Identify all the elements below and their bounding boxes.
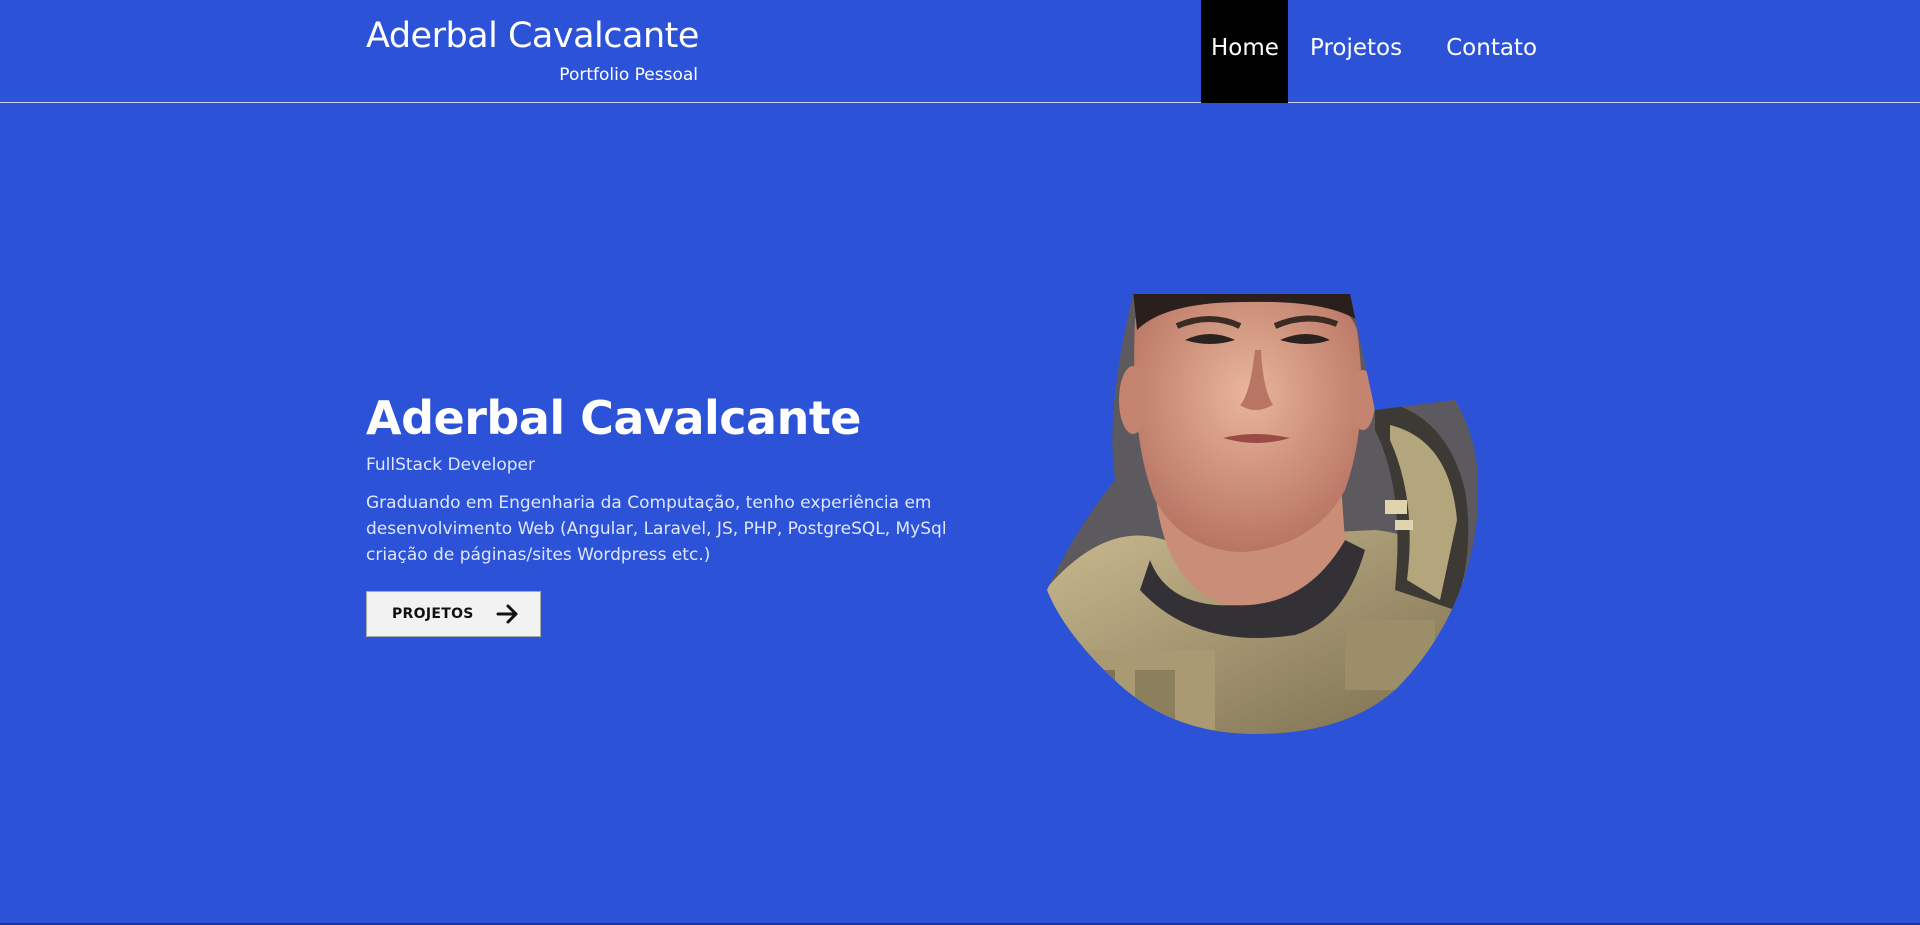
brand-subtitle: Portfolio Pessoal [559,65,698,85]
brand-title: Aderbal Cavalcante [366,16,699,56]
hero-description-line: desenvolvimento Web (Angular, Laravel, J… [366,519,947,539]
arrow-right-icon [496,604,518,624]
hero-name: Aderbal Cavalcante [366,391,862,445]
hero-role: FullStack Developer [366,455,535,475]
hero-description-line: criação de páginas/sites Wordpress etc.) [366,545,711,565]
hero-description-line: Graduando em Engenharia da Computação, t… [366,493,932,513]
site-header: Aderbal Cavalcante Portfolio Pessoal Hom… [0,0,1920,103]
profile-portrait [1047,294,1477,734]
projetos-button-label: PROJETOS [392,606,474,622]
main-nav: Home Projetos Contato [1201,0,1559,103]
brand[interactable]: Aderbal Cavalcante Portfolio Pessoal [366,14,699,86]
nav-item-home[interactable]: Home [1201,0,1288,103]
projetos-button[interactable]: PROJETOS [366,591,541,637]
hero-description: Graduando em Engenharia da Computação, t… [366,490,976,568]
nav-item-projetos[interactable]: Projetos [1288,0,1424,103]
nav-item-contato[interactable]: Contato [1424,0,1559,103]
